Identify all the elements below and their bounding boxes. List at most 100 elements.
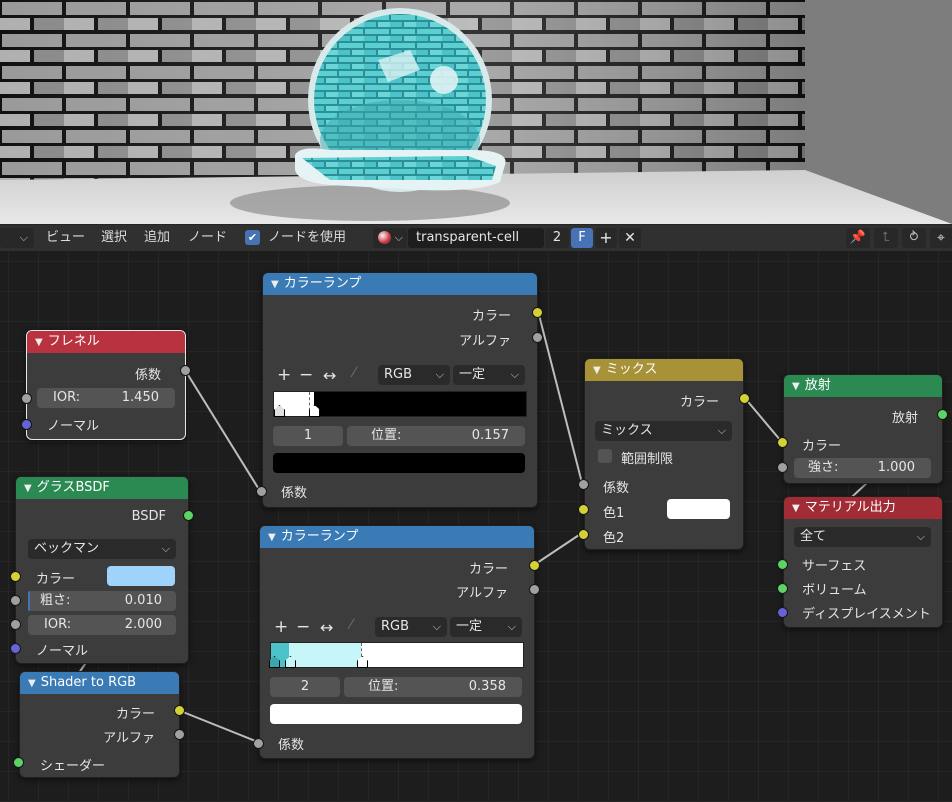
emission-node-header[interactable]: ▼ 放射 xyxy=(784,375,942,397)
emission-out-socket[interactable] xyxy=(937,409,948,420)
collapse-triangle-icon[interactable]: ▼ xyxy=(792,503,800,514)
fresnel-normal-socket[interactable] xyxy=(21,419,32,430)
mix-color1-socket[interactable] xyxy=(578,504,589,515)
fresnel-node[interactable]: ▼ フレネル 係数 IOR: 1.450 ノーマル xyxy=(26,330,186,440)
editor-type-dropdown[interactable]: ⌵ xyxy=(0,228,34,248)
menu-view[interactable]: ビュー xyxy=(46,229,85,247)
link-icon[interactable]: ⥁ xyxy=(902,228,926,248)
ramp2-position-field[interactable]: 位置: 0.358 xyxy=(344,677,522,697)
glass-roughness-field[interactable]: 粗さ: 0.010 xyxy=(28,591,176,611)
shader-to-rgb-node-header[interactable]: ▼ Shader to RGB xyxy=(20,672,179,694)
glass-normal-socket[interactable] xyxy=(10,643,21,654)
glass-bsdf-node[interactable]: ▼ グラスBSDF BSDF ベックマン ⌵ カラー 粗さ: 0.010 IOR:… xyxy=(15,476,189,664)
collapse-triangle-icon[interactable]: ▼ xyxy=(271,279,279,290)
mix-fac-socket[interactable] xyxy=(578,479,589,490)
output-volume-socket[interactable] xyxy=(777,583,788,594)
menu-add[interactable]: 追加 xyxy=(144,229,170,247)
mix-node[interactable]: ▼ ミックス カラー ミックス ⌵ 範囲制限 係数 色1 色2 xyxy=(584,358,744,550)
ramp2-interpolation-dropdown[interactable]: 一定 ⌵ xyxy=(450,617,522,637)
ramp1-alpha-socket[interactable] xyxy=(532,332,543,343)
collapse-triangle-icon[interactable]: ▼ xyxy=(35,337,43,348)
glass-ior-field[interactable]: IOR: 2.000 xyxy=(28,615,176,635)
emission-node[interactable]: ▼ 放射 放射 カラー 強さ: 1.000 xyxy=(783,374,943,484)
emission-strength-field[interactable]: 強さ: 1.000 xyxy=(794,458,931,478)
menu-node[interactable]: ノード xyxy=(188,229,227,247)
ramp2-fac-socket[interactable] xyxy=(253,738,264,749)
ramp2-stop-index-field[interactable]: 2 xyxy=(270,677,340,697)
collapse-triangle-icon[interactable]: ▼ xyxy=(593,365,601,376)
glass-bsdf-node-header[interactable]: ▼ グラスBSDF xyxy=(16,477,188,499)
fresnel-ior-field[interactable]: IOR: 1.450 xyxy=(37,388,175,408)
shader-rgb-color-socket[interactable] xyxy=(174,705,185,716)
ramp1-flip-button[interactable]: ↔ xyxy=(323,366,336,385)
collapse-triangle-icon[interactable]: ▼ xyxy=(268,532,276,543)
ramp1-stop-color-swatch[interactable] xyxy=(273,453,525,473)
ramp1-interpolation-dropdown[interactable]: 一定 ⌵ xyxy=(453,365,525,385)
collapse-triangle-icon[interactable]: ▼ xyxy=(792,381,800,392)
ramp1-color-socket[interactable] xyxy=(532,307,543,318)
color-ramp-1-node[interactable]: ▼ カラーランプ カラー アルファ + − ↔ ⁄ RGB ⌵ 一定 ⌵ 1 位置: … xyxy=(262,272,538,508)
glass-color-swatch[interactable] xyxy=(107,566,175,586)
ramp1-position-field[interactable]: 位置: 0.157 xyxy=(347,426,525,446)
use-nodes-checkbox[interactable]: ✔ xyxy=(245,230,260,245)
shader-rgb-shader-socket[interactable] xyxy=(13,757,24,768)
pin-icon[interactable]: 📌 xyxy=(846,228,870,248)
snap-icon[interactable]: ⌖ xyxy=(930,228,952,248)
mix-color1-swatch[interactable] xyxy=(667,499,730,519)
eyedropper-icon[interactable]: ⁄ xyxy=(353,365,355,381)
collapse-triangle-icon[interactable]: ▼ xyxy=(28,678,36,689)
mix-color-out-socket[interactable] xyxy=(739,393,750,404)
shader-rgb-alpha-socket[interactable] xyxy=(174,729,185,740)
collapse-triangle-icon[interactable]: ▼ xyxy=(24,483,32,494)
glass-out-bsdf-label: BSDF xyxy=(131,509,166,524)
ramp1-gradient-bar[interactable] xyxy=(273,391,527,417)
material-output-node-header[interactable]: ▼ マテリアル出力 xyxy=(784,497,942,519)
material-browse-button[interactable]: ⌵ xyxy=(373,228,407,248)
mix-clamp-checkbox[interactable] xyxy=(598,449,612,463)
glass-bsdf-socket[interactable] xyxy=(183,510,194,521)
ramp2-stop-color-swatch[interactable] xyxy=(270,704,522,724)
user-count-button[interactable]: 2 xyxy=(545,228,569,248)
new-material-icon[interactable]: + xyxy=(595,228,617,248)
emission-color-socket[interactable] xyxy=(777,437,788,448)
output-surface-socket[interactable] xyxy=(777,559,788,570)
ramp2-color-socket[interactable] xyxy=(529,560,540,571)
material-output-target-dropdown[interactable]: 全て ⌵ xyxy=(794,527,931,547)
glass-distribution-dropdown[interactable]: ベックマン ⌵ xyxy=(28,539,176,559)
glass-color-socket[interactable] xyxy=(10,571,21,582)
parent-node-tree-icon[interactable]: ⮤ xyxy=(874,228,898,248)
output-displacement-socket[interactable] xyxy=(777,607,788,618)
fresnel-node-header[interactable]: ▼ フレネル xyxy=(27,331,185,353)
ramp1-color-mode-dropdown[interactable]: RGB ⌵ xyxy=(378,365,450,385)
material-output-node[interactable]: ▼ マテリアル出力 全て ⌵ サーフェス ボリューム ディスプレイスメント xyxy=(783,496,943,628)
material-name-field[interactable]: transparent-cell xyxy=(408,228,544,248)
ramp1-add-stop-button[interactable]: + xyxy=(277,365,291,385)
ramp2-alpha-socket[interactable] xyxy=(529,584,540,595)
3d-viewport[interactable] xyxy=(0,0,952,224)
emission-strength-socket[interactable] xyxy=(777,462,788,473)
mix-color2-socket[interactable] xyxy=(578,529,589,540)
glass-ior-socket[interactable] xyxy=(10,619,21,630)
unlink-material-icon[interactable]: ✕ xyxy=(619,228,641,248)
ramp2-color-mode-dropdown[interactable]: RGB ⌵ xyxy=(375,617,447,637)
eyedropper-icon[interactable]: ⁄ xyxy=(350,617,352,633)
ramp1-remove-stop-button[interactable]: − xyxy=(299,365,313,385)
fresnel-fac-socket[interactable] xyxy=(180,365,191,376)
color-ramp-1-node-header[interactable]: ▼ カラーランプ xyxy=(263,273,537,295)
ramp1-stop-index-field[interactable]: 1 xyxy=(273,426,343,446)
node-editor-canvas[interactable]: ▼ フレネル 係数 IOR: 1.450 ノーマル ▼ グラスBSDF BSDF ベ… xyxy=(0,251,952,802)
ramp1-fac-socket[interactable] xyxy=(256,486,267,497)
mix-blend-mode-dropdown[interactable]: ミックス ⌵ xyxy=(595,421,732,441)
fresnel-ior-socket[interactable] xyxy=(21,393,32,404)
glass-roughness-socket[interactable] xyxy=(10,595,21,606)
color-ramp-2-node[interactable]: ▼ カラーランプ カラー アルファ + − ↔ ⁄ RGB ⌵ 一定 ⌵ 2 位置: … xyxy=(259,525,535,759)
mix-node-header[interactable]: ▼ ミックス xyxy=(585,359,743,381)
ramp2-remove-stop-button[interactable]: − xyxy=(296,617,310,637)
ramp2-add-stop-button[interactable]: + xyxy=(274,617,288,637)
fake-user-button[interactable]: F xyxy=(571,228,593,248)
menu-select[interactable]: 選択 xyxy=(101,229,127,247)
shader-to-rgb-node[interactable]: ▼ Shader to RGB カラー アルファ シェーダー xyxy=(19,671,180,778)
ramp2-flip-button[interactable]: ↔ xyxy=(320,618,333,637)
ramp2-gradient-bar[interactable] xyxy=(269,642,524,668)
color-ramp-2-node-header[interactable]: ▼ カラーランプ xyxy=(260,526,534,548)
